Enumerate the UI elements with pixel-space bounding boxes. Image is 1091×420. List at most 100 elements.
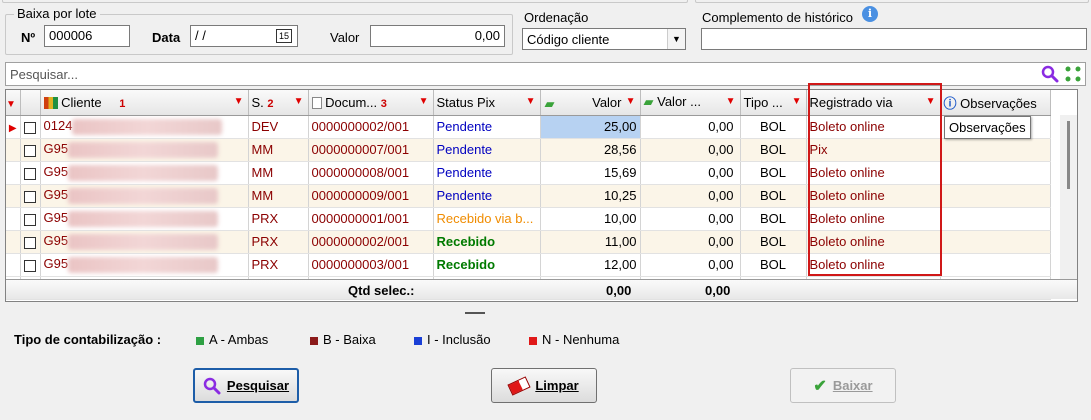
cell-observacoes [940, 230, 1051, 254]
header-status-pix[interactable]: Status Pix ▼ [433, 90, 541, 116]
header-cliente-label: Cliente [61, 94, 102, 110]
checkbox[interactable] [24, 259, 36, 272]
filter-sort-icon[interactable]: ▼ [526, 96, 536, 107]
filter-icon[interactable]: ▼ [419, 96, 429, 107]
ordenacao-select[interactable]: Código cliente ▼ [522, 28, 686, 50]
cell-status-pix: Pendente [433, 161, 541, 185]
header-tipo[interactable]: Tipo ... ▼ [740, 90, 807, 116]
header-s-label: S. [251, 94, 264, 110]
header-status-pix-label: Status Pix [436, 94, 496, 110]
legend-item-a: A - Ambas [196, 332, 268, 347]
pesquisar-button[interactable]: Pesquisar [193, 368, 299, 403]
eraser-icon [507, 375, 531, 396]
legend-swatch-n [529, 336, 537, 345]
checkbox[interactable] [24, 213, 36, 226]
header-valor2[interactable]: ▰ Valor ... ▼ [640, 90, 741, 116]
filter-icon[interactable]: ▼ [726, 96, 736, 107]
checkbox[interactable] [24, 121, 36, 134]
cell-tipo: BOL [740, 115, 807, 139]
valor-field[interactable]: 0,00 [370, 25, 505, 47]
cell-cliente: G95 [40, 138, 249, 162]
cell-s: DEV [248, 115, 309, 139]
cell-documento: 0000000007/001 [308, 138, 434, 162]
cell-tipo: BOL [740, 253, 807, 277]
row-indicator [6, 161, 21, 185]
header-s[interactable]: S. 2 ▼ [248, 90, 309, 116]
header-valor[interactable]: ▰ Valor ▼ [540, 90, 641, 116]
cell-s: PRX [248, 207, 309, 231]
document-icon [311, 97, 322, 110]
info-icon[interactable]: i [862, 6, 878, 22]
limpar-label: Limpar [535, 378, 579, 393]
checkbox[interactable] [24, 144, 36, 157]
complemento-field[interactable] [701, 28, 1087, 50]
redacted-client-name [68, 164, 219, 181]
filter-icon[interactable]: ▼ [626, 96, 636, 107]
header-documento[interactable]: Docum... 3 ▼ [308, 90, 434, 116]
cell-valor: 10,00 [540, 207, 641, 231]
cell-documento: 0000000001/001 [308, 207, 434, 231]
row-indicator [6, 207, 21, 231]
legend-label-b: B - Baixa [323, 332, 376, 347]
row-checkbox[interactable] [20, 138, 41, 162]
filter-icon[interactable]: ▼ [792, 96, 802, 107]
checkbox[interactable] [24, 190, 36, 203]
data-label: Data [152, 30, 181, 45]
cell-cliente: G95 [40, 207, 249, 231]
checkbox[interactable] [24, 236, 36, 249]
row-checkbox[interactable] [20, 184, 41, 208]
cell-tipo: BOL [740, 184, 807, 208]
checkbox[interactable] [24, 167, 36, 180]
cell-documento: 0000000008/001 [308, 161, 434, 185]
cell-valor2: 0,00 [640, 161, 741, 185]
top-right-groupbox-edge [695, 0, 1089, 3]
row-checkbox[interactable] [20, 253, 41, 277]
redacted-client-name [68, 233, 219, 250]
grid-scrollbar-thumb[interactable] [1067, 121, 1070, 189]
cell-status-pix: Recebido via b... [433, 207, 541, 231]
calendar-icon[interactable]: 15 [276, 29, 292, 43]
complemento-label: Complemento de histórico [702, 10, 854, 25]
legend-item-n: N - Nenhuma [529, 332, 619, 347]
redacted-client-name [68, 210, 219, 227]
cell-documento: 0000000002/001 [308, 115, 434, 139]
grid-scrollbar[interactable] [1060, 115, 1077, 279]
numero-field[interactable]: 000006 [44, 25, 130, 47]
observations-icon: ⓘ [943, 95, 957, 111]
header-tipo-label: Tipo ... [743, 94, 783, 110]
registrado-via-highlight [808, 83, 942, 276]
cell-s: MM [248, 161, 309, 185]
contabilizacao-legend: Tipo de contabilização : [14, 332, 161, 347]
baixar-button[interactable]: ✔ Baixar [790, 368, 896, 403]
total-valor2: 0,00 [705, 283, 731, 298]
legend-label-i: I - Inclusão [427, 332, 491, 347]
cell-tipo: BOL [740, 207, 807, 231]
header-cliente[interactable]: Cliente 1 ▼ [40, 90, 249, 116]
row-checkbox[interactable] [20, 115, 41, 139]
legend-label-a: A - Ambas [209, 332, 269, 347]
chevron-down-icon[interactable]: ▼ [667, 29, 685, 49]
cell-status-pix: Pendente [433, 184, 541, 208]
cell-documento: 0000000002/001 [308, 230, 434, 254]
cell-s: PRX [248, 230, 309, 254]
header-observacoes[interactable]: ⓘ Observações [940, 90, 1051, 116]
limpar-button[interactable]: Limpar [491, 368, 597, 403]
legend-swatch-a [196, 336, 204, 345]
search-icon[interactable] [1041, 65, 1059, 83]
redacted-client-name [68, 187, 219, 204]
filter-icon[interactable]: ▼ [234, 96, 244, 107]
baixa-por-lote-title: Baixa por lote [14, 6, 100, 21]
cell-tipo: BOL [740, 230, 807, 254]
filter-icon[interactable]: ▼ [294, 96, 304, 107]
row-checkbox[interactable] [20, 230, 41, 254]
people-icon [43, 97, 58, 110]
splitter-handle[interactable] [465, 312, 485, 314]
cell-cliente: 0124 [40, 115, 249, 139]
row-checkbox[interactable] [20, 161, 41, 185]
cell-valor: 15,69 [540, 161, 641, 185]
expand-icon[interactable] [1064, 65, 1082, 83]
cell-observacoes [940, 207, 1051, 231]
header-documento-label: Docum... [325, 94, 378, 110]
row-checkbox[interactable] [20, 207, 41, 231]
cell-observacoes [940, 138, 1051, 162]
